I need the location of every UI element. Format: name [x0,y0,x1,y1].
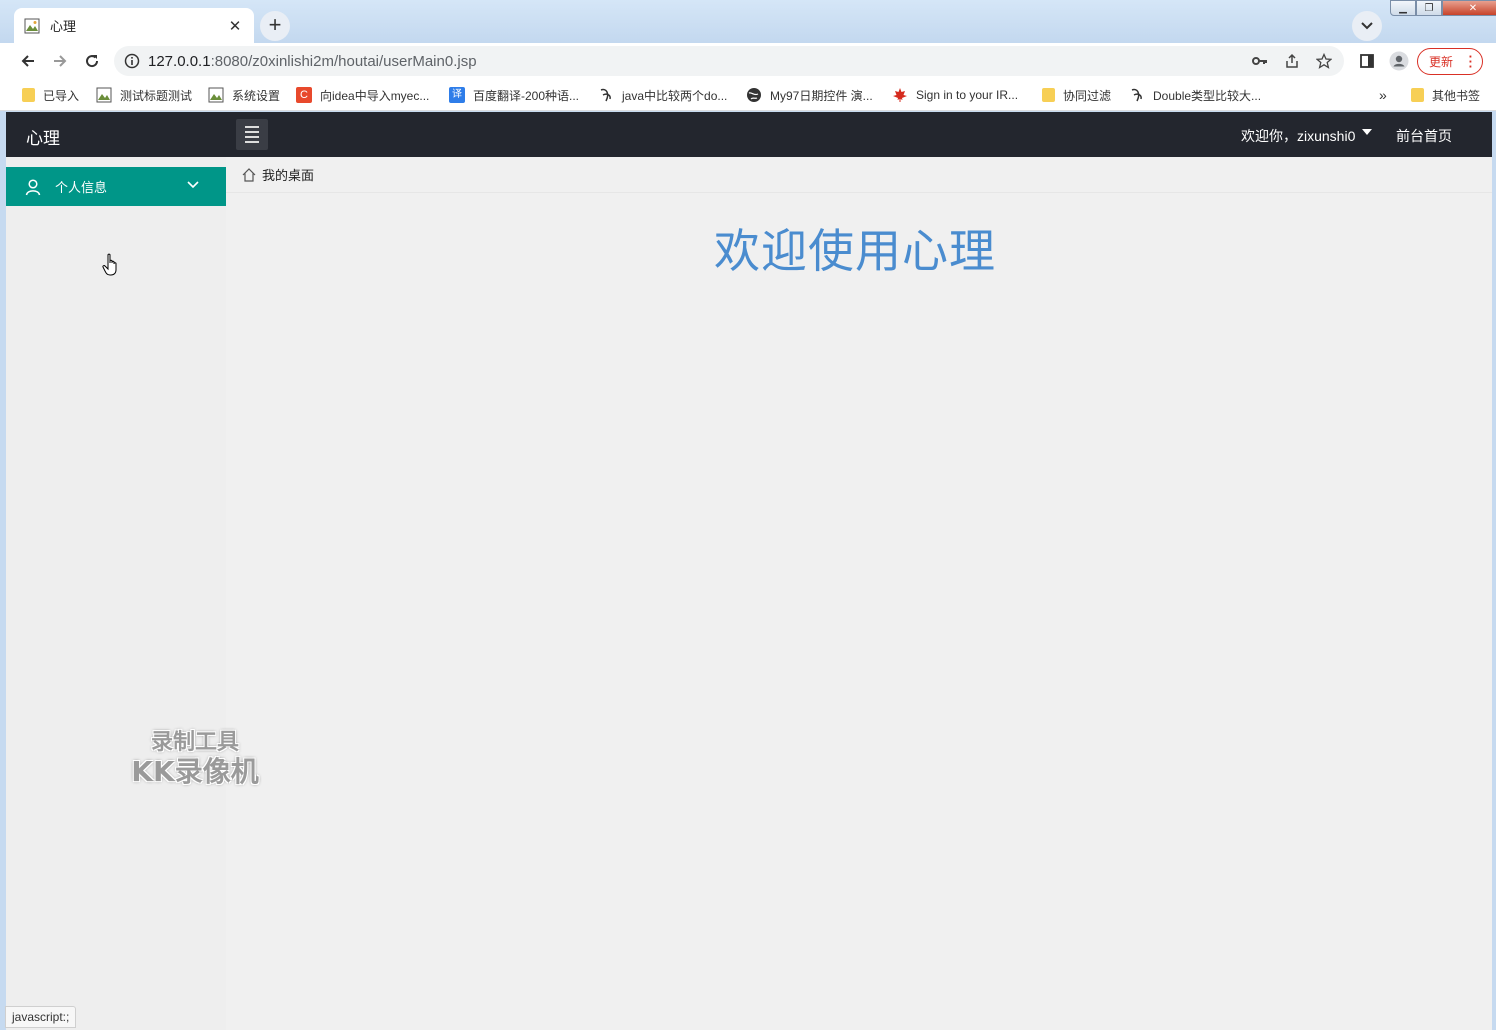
arrow-left-icon [21,55,34,67]
sidebar-item-label: 个人信息 [55,180,108,195]
share-icon[interactable] [1282,51,1302,71]
bookmark-label: 已导入 [43,88,80,103]
tab-search-button[interactable] [1352,11,1382,41]
image-icon [208,87,224,103]
url-path: :8080/z0xinlishi2m/houtai/userMain0.jsp [210,52,477,70]
sidebar: 个人信息 [6,157,226,1030]
folder-icon [1411,88,1424,102]
bookmark-label: 系统设置 [232,88,281,103]
side-panel-icon [1360,54,1374,68]
csdn-icon: C [296,87,312,103]
bookmark-item[interactable]: 协同过滤 [1042,85,1111,105]
overflow-label: » [1379,87,1387,103]
sketch-icon [600,88,611,102]
app-header: 心理 欢迎你，zixunshi0 前台首页 [6,112,1492,157]
home-icon [242,167,256,182]
reload-button[interactable] [78,47,106,75]
breadcrumb: 我的桌面 [226,157,1492,193]
user-menu[interactable]: 欢迎你，zixunshi0 [1241,126,1355,146]
forward-button[interactable] [46,47,74,75]
bookmark-label: 协同过滤 [1063,88,1112,103]
new-tab-button[interactable]: + [260,11,290,41]
update-label: 更新 [1429,55,1454,69]
update-button[interactable]: 更新 · · · [1417,48,1483,75]
recorder-watermark: 录制工具 KK录像机 [120,724,270,788]
caret-down-icon[interactable] [1362,129,1372,135]
address-bar[interactable]: 127.0.0.1:8080/z0xinlishi2m/houtai/userM… [114,46,1344,76]
folder-icon [1042,88,1055,102]
bookmark-label: Sign in to your IR... [916,88,1019,102]
bookmark-item[interactable]: 译百度翻译-200种语... [449,85,579,105]
bookmark-item[interactable]: 测试标题测试 [96,85,192,105]
star-icon[interactable] [1314,51,1334,71]
reload-icon [86,55,99,68]
watermark-line2: KK录像机 [131,755,259,788]
bookmark-item[interactable]: java中比较两个do... [598,85,727,105]
bookmark-label: 测试标题测试 [120,88,193,103]
sidebar-item-personal-info[interactable]: 个人信息 [6,167,226,206]
maple-leaf-icon [893,88,907,102]
profile-button[interactable] [1386,48,1412,74]
info-icon[interactable] [124,53,140,69]
sketch-icon [1131,88,1142,102]
browser-toolbar: 127.0.0.1:8080/z0xinlishi2m/houtai/userM… [0,43,1496,79]
welcome-heading: 欢迎使用心理 [714,224,996,278]
bookmark-item[interactable]: 已导入 [22,85,79,105]
chevron-down-icon [1361,22,1373,30]
avatar-icon [1389,51,1409,71]
web-page: 心理 欢迎你，zixunshi0 前台首页 个人信息 我的桌面 欢迎使用心理 [6,112,1492,1030]
key-icon[interactable] [1250,51,1270,71]
status-bar: javascript:; [5,1006,77,1028]
arrow-right-icon [54,55,67,67]
tab-close-icon[interactable]: ✕ [226,17,244,35]
translate-icon: 译 [449,87,465,103]
bookmark-label: java中比较两个do... [622,88,728,103]
bookmarks-bar: 已导入 测试标题测试 系统设置 C 向idea中导入myec... 译百度翻译-2… [0,79,1496,111]
other-bookmarks[interactable]: 其他书签 [1411,85,1480,105]
folder-icon [22,88,35,102]
bookmark-item[interactable]: My97日期控件 演... [746,85,873,105]
bookmark-item[interactable]: Sign in to your IR... [892,85,1018,105]
tab-title: 心理 [50,19,77,34]
chevron-down-icon [187,181,199,189]
main-content: 我的桌面 欢迎使用心理 [226,157,1492,1030]
bookmark-item[interactable]: Double类型比较大... [1129,85,1261,105]
app-logo[interactable]: 心理 [26,124,60,149]
browser-tab[interactable]: 心理 ✕ [14,8,254,43]
browser-titlebar: 心理 ✕ + ▁ ❐ ✕ [0,0,1496,43]
side-panel-button[interactable] [1354,48,1380,74]
url-text: 127.0.0.1:8080/z0xinlishi2m/houtai/userM… [148,53,477,70]
minimize-button[interactable]: ▁ [1390,0,1416,16]
user-icon [25,178,41,195]
watermark-line1: 录制工具 [150,730,239,755]
maximize-button[interactable]: ❐ [1416,0,1442,16]
kebab-menu-icon[interactable]: · · · [1469,50,1473,73]
breadcrumb-my-desktop[interactable]: 我的桌面 [262,165,314,184]
hand-cursor-icon [102,253,117,276]
frontend-home-link[interactable]: 前台首页 [1396,126,1452,146]
bookmark-label: 百度翻译-200种语... [473,88,580,103]
back-button[interactable] [14,47,42,75]
bookmark-label: 向idea中导入myec... [320,88,430,103]
bookmarks-overflow-button[interactable]: » [1379,85,1387,105]
bookmark-label: My97日期控件 演... [770,88,873,103]
menu-toggle-button[interactable] [236,119,268,150]
tab-favicon-icon [24,18,40,33]
bookmark-item[interactable]: 系统设置 [208,85,280,105]
image-icon [96,87,112,103]
globe-icon [747,88,761,102]
window-close-button[interactable]: ✕ [1442,0,1496,16]
bookmark-item[interactable]: C 向idea中导入myec... [296,85,429,105]
bookmark-label: Double类型比较大... [1153,88,1262,103]
url-host: 127.0.0.1 [148,52,211,70]
other-bookmarks-label: 其他书签 [1432,88,1481,103]
